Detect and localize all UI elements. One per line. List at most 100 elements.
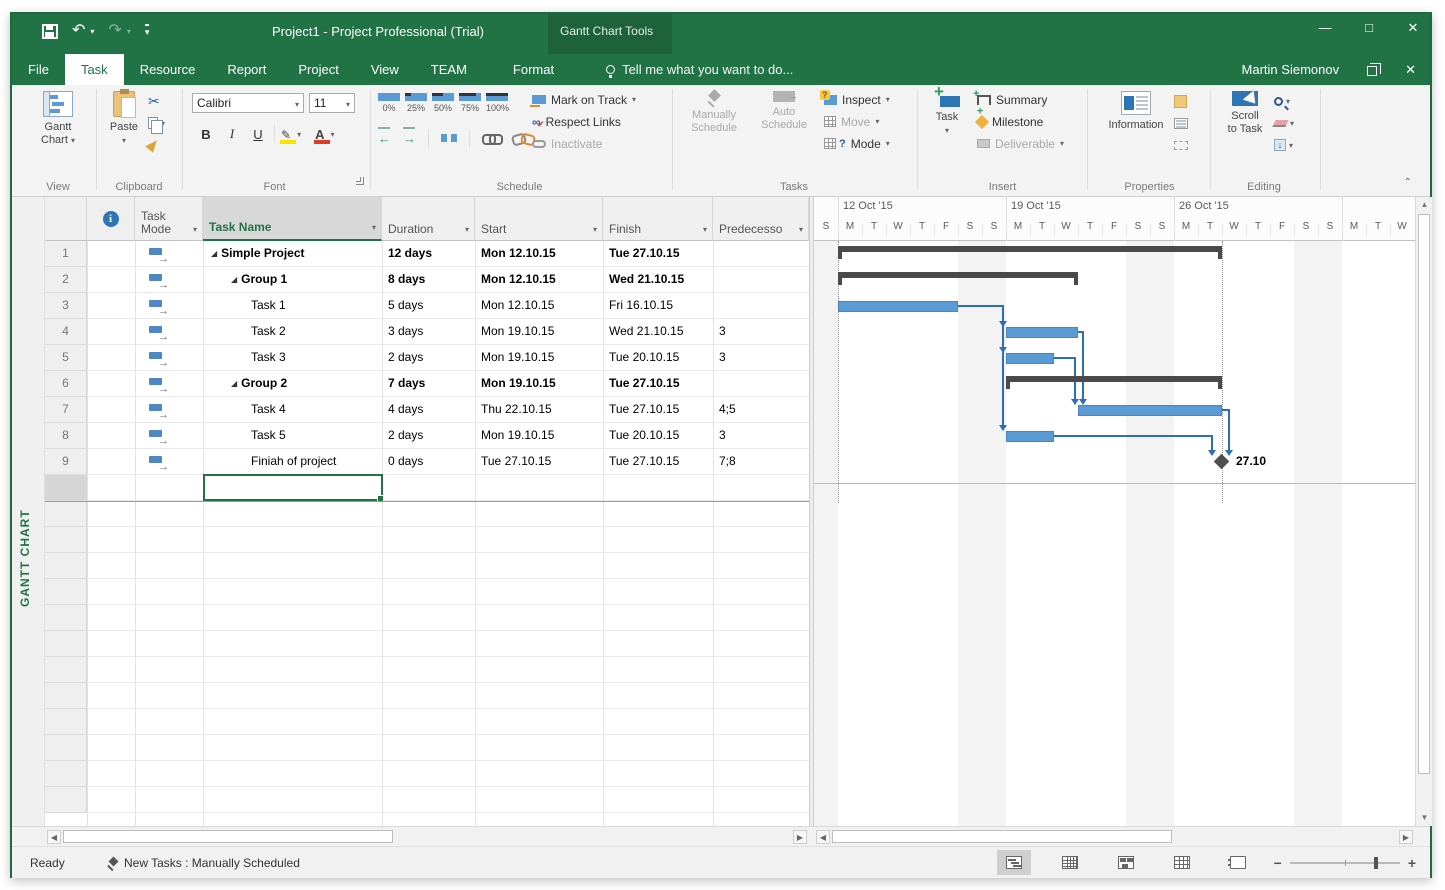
column-header-pred[interactable]: Predecesso▾: [713, 197, 809, 241]
close-button[interactable]: ✕: [1404, 20, 1422, 36]
cell-task-name[interactable]: ◢Simple Project: [203, 241, 382, 267]
cell-task-name[interactable]: Task 1: [203, 293, 382, 319]
vertical-scroll-thumb[interactable]: [1418, 214, 1430, 774]
cut-button[interactable]: ✂: [148, 93, 160, 109]
inactivate-button[interactable]: Inactivate: [532, 135, 636, 152]
row-number[interactable]: [45, 735, 87, 761]
user-name[interactable]: Martin Siemonov: [1242, 62, 1340, 77]
cell-predecessors[interactable]: 7;8: [713, 449, 809, 475]
row-number[interactable]: 7: [45, 397, 87, 423]
row-number[interactable]: [45, 501, 87, 527]
row-number[interactable]: 2: [45, 267, 87, 293]
row-number[interactable]: [45, 761, 87, 787]
cell-predecessors[interactable]: 3: [713, 345, 809, 371]
manually-schedule-button[interactable]: ManuallySchedule: [678, 91, 750, 135]
cell-predecessors[interactable]: 3: [713, 319, 809, 345]
cell-predecessors[interactable]: [713, 241, 809, 267]
table-row[interactable]: 4→Task 23 daysMon 19.10.15Wed 21.10.153: [45, 319, 809, 345]
row-number[interactable]: [45, 683, 87, 709]
row-number[interactable]: [45, 527, 87, 553]
table-row[interactable]: [45, 501, 809, 527]
table-scroll-left-icon[interactable]: ◀: [47, 830, 61, 844]
cell-duration[interactable]: 12 days: [382, 241, 475, 267]
percent-complete-25%-button[interactable]: 25%: [405, 93, 427, 113]
cell-finish[interactable]: Tue 20.10.15: [603, 423, 713, 449]
customize-qat-icon[interactable]: ▾: [145, 24, 150, 38]
cell-task-name[interactable]: ◢Group 2: [203, 371, 382, 397]
table-row[interactable]: [45, 553, 809, 579]
link-tasks-icon[interactable]: [482, 133, 500, 143]
zoom-slider[interactable]: [1290, 862, 1400, 864]
cell-finish[interactable]: Tue 27.10.15: [603, 449, 713, 475]
font-dialog-launcher-icon[interactable]: [356, 177, 364, 185]
redo-button[interactable]: ↷: [108, 22, 121, 40]
table-row[interactable]: 2→◢Group 18 daysMon 12.10.15Wed 21.10.15: [45, 267, 809, 293]
cell-finish[interactable]: Tue 27.10.15: [603, 397, 713, 423]
column-header-start[interactable]: Start▾: [475, 197, 603, 241]
task-bar[interactable]: [838, 301, 958, 312]
cell-finish[interactable]: Tue 27.10.15: [603, 241, 713, 267]
row-number[interactable]: [45, 657, 87, 683]
task-bar[interactable]: [1006, 353, 1054, 364]
font-color-button[interactable]: A: [315, 127, 324, 142]
unlink-tasks-icon[interactable]: [512, 133, 530, 143]
tab-format[interactable]: Format: [483, 54, 584, 85]
scroll-up-icon[interactable]: ▲: [1416, 197, 1433, 213]
table-row[interactable]: 6→◢Group 27 daysMon 19.10.15Tue 27.10.15: [45, 371, 809, 397]
row-number[interactable]: 1: [45, 241, 87, 267]
font-size-select[interactable]: 11▾: [309, 93, 355, 113]
active-cell[interactable]: [203, 474, 383, 501]
cell-start[interactable]: Mon 19.10.15: [475, 423, 603, 449]
inspect-button[interactable]: Inspect ▾: [824, 91, 890, 108]
outdent-task-icon[interactable]: ←: [378, 131, 391, 146]
tab-project[interactable]: Project: [282, 54, 354, 85]
split-task-icon[interactable]: [441, 134, 457, 142]
tab-file[interactable]: File: [12, 54, 65, 85]
table-row[interactable]: 5→Task 32 daysMon 19.10.15Tue 20.10.153: [45, 345, 809, 371]
copy-button[interactable]: ▾: [148, 115, 165, 131]
table-row[interactable]: 3→Task 15 daysMon 12.10.15Fri 16.10.15: [45, 293, 809, 319]
find-button[interactable]: ▾: [1274, 93, 1290, 109]
paste-button[interactable]: Paste ▾: [104, 91, 144, 147]
view-gantt-button[interactable]: [997, 850, 1031, 875]
column-header-mode[interactable]: TaskMode▾: [135, 197, 203, 241]
font-color-dropdown-icon[interactable]: ▾: [330, 130, 334, 139]
highlight-color-button[interactable]: ✎: [281, 127, 291, 142]
mark-on-track-button[interactable]: Mark on Track ▾: [532, 91, 636, 108]
table-row[interactable]: 8→Task 52 daysMon 19.10.15Tue 20.10.153: [45, 423, 809, 449]
row-number[interactable]: 6: [45, 371, 87, 397]
auto-schedule-button[interactable]: AutoSchedule: [752, 91, 816, 132]
highlight-dropdown-icon[interactable]: ▾: [297, 130, 301, 139]
table-horizontal-scrollbar[interactable]: ◀ ▶: [45, 828, 809, 846]
collapse-triangle-icon[interactable]: ◢: [231, 267, 237, 292]
new-tasks-mode[interactable]: New Tasks : Manually Scheduled: [107, 856, 300, 870]
table-row[interactable]: [45, 709, 809, 735]
table-row[interactable]: [45, 657, 809, 683]
zoom-slider-thumb[interactable]: [1374, 857, 1378, 869]
table-row[interactable]: 9→Finiah of project0 daysTue 27.10.15Tue…: [45, 449, 809, 475]
clear-button[interactable]: ▾: [1274, 115, 1294, 131]
table-row[interactable]: [45, 787, 809, 813]
indent-task-icon[interactable]: →: [403, 131, 416, 146]
tab-task[interactable]: Task: [65, 54, 124, 85]
cell-start[interactable]: Mon 19.10.15: [475, 371, 603, 397]
table-scroll-right-icon[interactable]: ▶: [793, 830, 807, 844]
cell-finish[interactable]: Tue 27.10.15: [603, 371, 713, 397]
cell-predecessors[interactable]: 3: [713, 423, 809, 449]
cell-finish[interactable]: Wed 21.10.15: [603, 267, 713, 293]
fill-button[interactable]: ↓▾: [1274, 137, 1293, 153]
cell-predecessors[interactable]: [713, 371, 809, 397]
italic-button[interactable]: I: [222, 126, 242, 142]
cell-duration[interactable]: 8 days: [382, 267, 475, 293]
redo-dropdown-icon[interactable]: ▾: [127, 27, 131, 36]
cell-duration[interactable]: 2 days: [382, 345, 475, 371]
table-row[interactable]: [45, 683, 809, 709]
cell-duration[interactable]: 5 days: [382, 293, 475, 319]
table-row[interactable]: [45, 631, 809, 657]
percent-complete-100%-button[interactable]: 100%: [486, 93, 509, 113]
select-all-corner[interactable]: [45, 197, 87, 241]
cell-duration[interactable]: 7 days: [382, 371, 475, 397]
table-row[interactable]: [45, 605, 809, 631]
row-number[interactable]: [45, 475, 87, 501]
cell-start[interactable]: Mon 19.10.15: [475, 345, 603, 371]
